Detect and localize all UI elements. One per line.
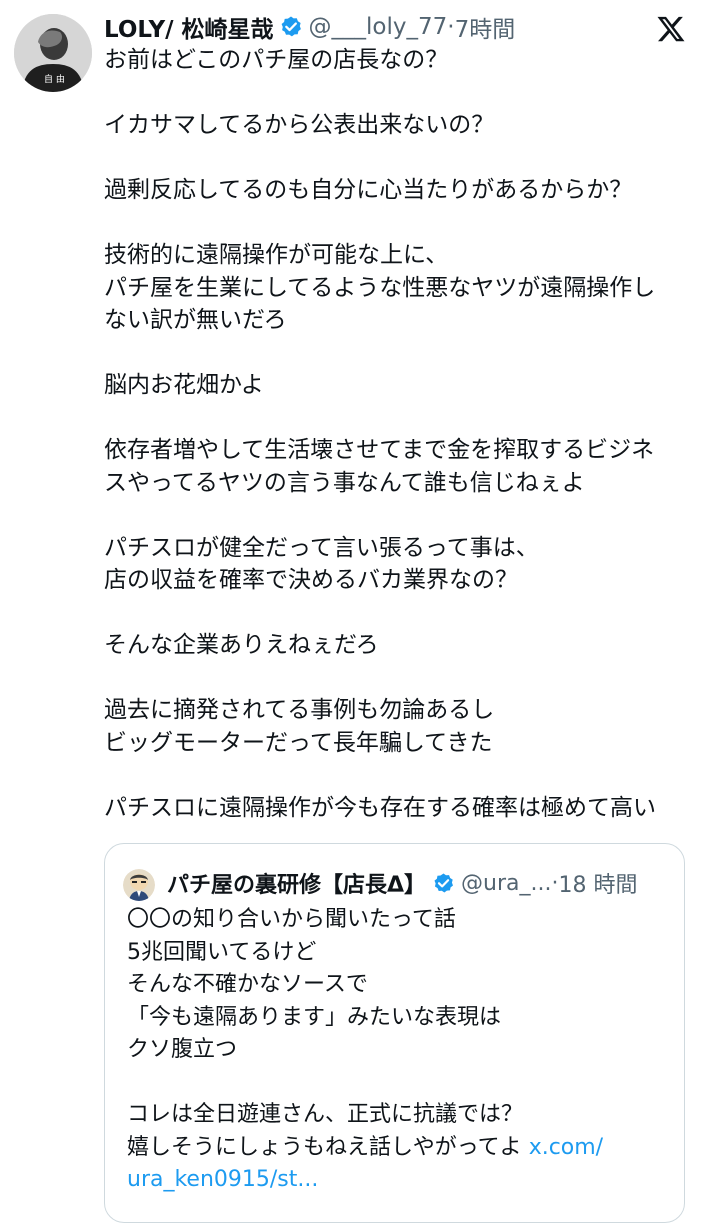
svg-text:自 由: 自 由: [44, 73, 65, 85]
quoted-author-handle[interactable]: @ura_...: [461, 871, 551, 896]
quoted-tweet-link-domain[interactable]: x.com/: [529, 1135, 603, 1160]
tweet-header: LOLY/ 松崎星哉 @___loly_77 · 7時間: [104, 10, 515, 44]
verified-badge-icon: [279, 15, 303, 39]
quoted-tweet-time[interactable]: 18 時間: [558, 867, 637, 899]
verified-badge-icon: [432, 872, 455, 895]
author-handle[interactable]: @___loly_77: [309, 14, 448, 40]
quoted-tweet-card[interactable]: パチ屋の裏研修【店長Δ】 @ura_... · 18 時間 〇〇の知り合いから聞…: [104, 843, 685, 1223]
author-name[interactable]: LOLY/ 松崎星哉: [104, 10, 274, 44]
quoted-tweet-header: パチ屋の裏研修【店長Δ】 @ura_... · 18 時間: [167, 866, 637, 900]
author-avatar[interactable]: 自 由: [14, 14, 92, 92]
separator-dot: ·: [551, 870, 559, 896]
tweet-text: お前はどこのパチ屋の店長なの？ イカサマしてるから公表出来ないの？ 過剰反応して…: [104, 47, 656, 821]
quoted-tweet-body: 〇〇の知り合いから聞いたって話 5兆回聞いてるけど そんな不確かなソースで 「今…: [127, 907, 524, 1160]
x-logo-icon[interactable]: [656, 14, 686, 44]
tweet-time[interactable]: 7時間: [455, 10, 516, 44]
quoted-tweet-link-path[interactable]: ura_ken0915/st...: [127, 1167, 318, 1192]
quoted-author-avatar[interactable]: [123, 869, 155, 901]
separator-dot: ·: [447, 14, 455, 40]
quoted-author-name[interactable]: パチ屋の裏研修【店長Δ】: [167, 867, 426, 899]
quoted-tweet-text: 〇〇の知り合いから聞いたって話 5兆回聞いてるけど そんな不確かなソースで 「今…: [127, 904, 672, 1197]
